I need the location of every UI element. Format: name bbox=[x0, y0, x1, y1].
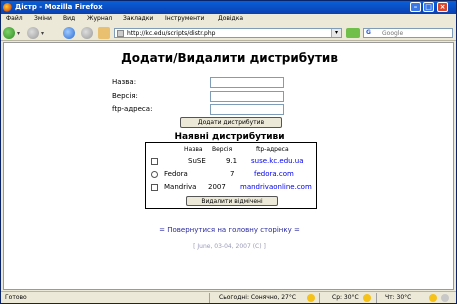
add-distribution-button[interactable]: Додати дистрибутив bbox=[180, 117, 282, 128]
section-title: Наявні дистрибутиви bbox=[174, 132, 285, 142]
ftp-label: ftp-адреса: bbox=[112, 105, 153, 113]
home-page-link[interactable]: = Повернутися на головну сторінку = bbox=[4, 226, 455, 234]
distributions-table: Назва Версія ftp-адреса SuSE 9.1 suse.kc… bbox=[145, 142, 317, 209]
header-ftp: ftp-адреса bbox=[256, 146, 289, 153]
forward-dropdown-icon[interactable]: ▾ bbox=[41, 30, 44, 37]
header-version: Версія bbox=[212, 146, 233, 153]
menu-help[interactable]: Довідка bbox=[218, 15, 243, 22]
search-box[interactable]: G Google bbox=[363, 28, 453, 38]
resize-grip-icon[interactable] bbox=[441, 294, 449, 302]
ftp-input[interactable] bbox=[210, 104, 284, 115]
reload-icon[interactable] bbox=[63, 27, 75, 39]
row-checkbox[interactable] bbox=[151, 171, 158, 178]
back-arrow-icon[interactable] bbox=[3, 27, 15, 39]
menu-view[interactable]: Вид bbox=[63, 15, 75, 22]
status-divider bbox=[209, 293, 210, 303]
row-ftp-link[interactable]: suse.kc.edu.ua bbox=[251, 157, 304, 165]
menu-edit[interactable]: Зміни bbox=[34, 15, 52, 22]
header-name: Назва bbox=[184, 146, 203, 153]
row-name: Fedora bbox=[164, 170, 188, 178]
weather-day3[interactable]: Чт: 30°C bbox=[385, 294, 411, 301]
back-dropdown-icon[interactable]: ▾ bbox=[17, 30, 20, 37]
window-title: Дістр - Mozilla Firefox bbox=[15, 3, 103, 11]
name-label: Назва: bbox=[112, 78, 137, 86]
navigation-toolbar: ▾ ▾ http://kc.edu/scripts/distr.php ▾ G … bbox=[1, 25, 456, 41]
close-button[interactable]: × bbox=[437, 2, 448, 12]
search-input[interactable]: Google bbox=[382, 30, 403, 37]
browser-window: Дістр - Mozilla Firefox – □ × Файл Зміни… bbox=[0, 0, 457, 304]
status-divider bbox=[319, 293, 320, 303]
sun-icon bbox=[363, 294, 371, 302]
page-footer: [ June, 03-04, 2007 (C) ] bbox=[193, 243, 266, 250]
row-version: 9.1 bbox=[226, 157, 238, 165]
weather-day2[interactable]: Ср: 30°C bbox=[332, 294, 359, 301]
address-url[interactable]: http://kc.edu/scripts/distr.php bbox=[127, 30, 215, 37]
sun-icon bbox=[429, 294, 437, 302]
row-name: Mandriva bbox=[164, 183, 197, 191]
menu-history[interactable]: Журнал bbox=[87, 15, 112, 22]
favicon-icon bbox=[117, 30, 124, 37]
row-ftp-link[interactable]: mandrivaonline.com bbox=[240, 183, 312, 191]
row-checkbox[interactable] bbox=[151, 184, 158, 191]
home-icon[interactable] bbox=[98, 27, 110, 39]
page-title: Додати/Видалити дистрибутив bbox=[121, 51, 338, 65]
menu-file[interactable]: Файл bbox=[6, 15, 23, 22]
menu-bar: Файл Зміни Вид Журнал Закладки Інструмен… bbox=[1, 14, 456, 25]
menu-bookmarks[interactable]: Закладки bbox=[123, 15, 153, 22]
status-divider bbox=[376, 293, 377, 303]
sun-icon bbox=[307, 294, 315, 302]
go-button[interactable] bbox=[346, 28, 360, 38]
row-checkbox[interactable] bbox=[151, 158, 158, 165]
status-bar: Готово Сьогодні: Сонячно, 27°C Ср: 30°C … bbox=[1, 291, 456, 303]
minimize-button[interactable]: – bbox=[410, 2, 421, 12]
maximize-button[interactable]: □ bbox=[423, 2, 434, 12]
row-version: 7 bbox=[230, 170, 235, 178]
row-ftp-link[interactable]: fedora.com bbox=[254, 170, 294, 178]
row-name: SuSE bbox=[188, 157, 206, 165]
forward-arrow-icon[interactable] bbox=[27, 27, 39, 39]
address-bar[interactable]: http://kc.edu/scripts/distr.php ▾ bbox=[114, 28, 342, 38]
stop-icon[interactable] bbox=[81, 27, 93, 39]
version-label: Версія: bbox=[112, 92, 138, 100]
weather-today[interactable]: Сьогодні: Сонячно, 27°C bbox=[219, 294, 296, 301]
menu-tools[interactable]: Інструменти bbox=[165, 15, 204, 22]
delete-selected-button[interactable]: Видалити відмічені bbox=[186, 196, 278, 206]
firefox-icon bbox=[3, 3, 12, 12]
page-content: Додати/Видалити дистрибутив Назва: Версі… bbox=[3, 42, 454, 290]
name-input[interactable] bbox=[210, 77, 284, 88]
title-bar: Дістр - Mozilla Firefox – □ × bbox=[1, 1, 456, 14]
status-text: Готово bbox=[5, 294, 27, 301]
google-icon[interactable]: G bbox=[366, 29, 371, 36]
address-dropdown-icon[interactable]: ▾ bbox=[331, 29, 341, 37]
version-input[interactable] bbox=[210, 91, 284, 102]
row-version: 2007 bbox=[208, 183, 226, 191]
